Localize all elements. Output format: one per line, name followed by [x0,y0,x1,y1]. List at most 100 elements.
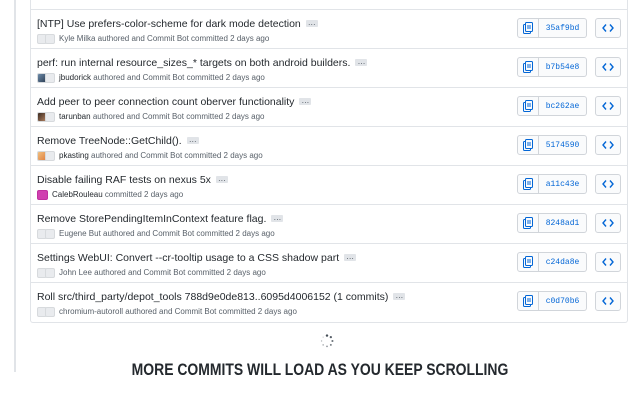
committer-avatar[interactable] [45,72,55,83]
sha-button-group: a11c43e [517,174,587,194]
browse-repository-button[interactable] [595,252,621,272]
commit-meta-text: John Lee authored and Commit Bot committ… [59,268,266,277]
browse-repository-button[interactable] [595,213,621,233]
sha-button-group: 35af9bd [517,18,587,38]
spinner-icon [320,334,334,348]
browse-repository-button[interactable] [595,135,621,155]
avatar-stack [37,33,55,44]
commit-meta-text: chromium-autoroll authored and Commit Bo… [59,307,297,316]
author-link[interactable]: CalebRouleau [52,190,103,199]
sha-button-group: c0d70b6 [517,291,587,311]
copy-sha-button[interactable] [517,291,539,311]
code-icon [602,218,614,228]
commit-meta-text: authored and Commit Bot committed 2 days… [88,151,263,160]
commit-meta: John Lee authored and Commit Bot committ… [37,266,266,279]
browse-repository-button[interactable] [595,18,621,38]
copy-sha-button[interactable] [517,252,539,272]
commit-sha-link[interactable]: c0d70b6 [539,291,587,311]
commit-title-link[interactable]: Remove TreeNode::GetChild(). [37,135,182,147]
commit-sha-link[interactable]: 35af9bd [539,18,587,38]
commit-title-link[interactable]: Disable failing RAF tests on nexus 5x [37,174,211,186]
sha-button-group: 8248ad1 [517,213,587,233]
browse-repository-button[interactable] [595,291,621,311]
ellipsis-icon[interactable]: … [299,97,312,106]
browse-repository-button[interactable] [595,57,621,77]
commit-title-link[interactable]: Roll src/third_party/depot_tools 788d9e0… [37,291,388,303]
code-icon [602,179,614,189]
sha-button-group: c24da8e [517,252,587,272]
avatar-stack [37,228,55,239]
copy-sha-button[interactable] [517,18,539,38]
commit-row: Disable failing RAF tests on nexus 5x … C… [31,166,627,205]
ellipsis-icon[interactable]: … [344,253,357,262]
author-avatar[interactable] [37,189,48,200]
clipboard-icon [523,178,533,190]
copy-sha-button[interactable] [517,174,539,194]
browse-repository-button[interactable] [595,96,621,116]
commit-sha-link[interactable]: bc262ae [539,96,587,116]
avatar-stack [37,189,48,200]
commit-meta-text: authored and Commit Bot committed 2 days… [90,112,265,121]
code-icon [602,23,614,33]
commit-title-link[interactable]: Remove StorePendingItemInContext feature… [37,213,266,225]
ellipsis-icon[interactable]: … [305,19,318,28]
committer-avatar[interactable] [45,33,55,44]
commit-row: perf: run internal resource_sizes_* targ… [31,49,627,88]
commit-row: Settings WebUI: Convert --cr-tooltip usa… [31,244,627,283]
commit-meta-text: Eugene But authored and Commit Bot commi… [59,229,275,238]
code-icon [602,101,614,111]
load-more-message: MORE COMMITS WILL LOAD AS YOU KEEP SCROL… [131,360,509,379]
copy-sha-button[interactable] [517,135,539,155]
copy-sha-button[interactable] [517,213,539,233]
avatar-stack [37,267,55,278]
sha-button-group: 5174590 [517,135,587,155]
sha-button-group: b7b54e8 [517,57,587,77]
avatar-stack [37,72,55,83]
commit-sha-link[interactable]: b7b54e8 [539,57,587,77]
committer-avatar[interactable] [45,111,55,122]
copy-sha-button[interactable] [517,96,539,116]
commit-meta-text: Kyle Milka authored and Commit Bot commi… [59,34,270,43]
commit-meta-text: committed 2 days ago [102,190,184,199]
clipboard-icon [523,256,533,268]
committer-avatar[interactable] [45,150,55,161]
clipboard-icon [523,61,533,73]
commit-meta: chromium-autoroll authored and Commit Bo… [37,305,297,318]
timeline-line [14,0,16,372]
commit-title-link[interactable]: perf: run internal resource_sizes_* targ… [37,57,350,69]
copy-sha-button[interactable] [517,57,539,77]
committer-avatar[interactable] [45,228,55,239]
ellipsis-icon[interactable]: … [393,292,406,301]
commit-meta: Kyle Milka authored and Commit Bot commi… [37,32,269,45]
avatar-stack [37,306,55,317]
commit-title-link[interactable]: Settings WebUI: Convert --cr-tooltip usa… [37,252,339,264]
commit-sha-link[interactable]: c24da8e [539,252,587,272]
author-link[interactable]: tarunban [59,112,91,121]
avatar-stack [37,150,55,161]
code-icon [602,140,614,150]
committer-avatar[interactable] [45,306,55,317]
committer-avatar[interactable] [45,267,55,278]
commit-sha-link[interactable]: 8248ad1 [539,213,587,233]
ellipsis-icon[interactable]: … [215,175,228,184]
commit-sha-link[interactable]: 5174590 [539,135,587,155]
commit-meta: Eugene But authored and Commit Bot commi… [37,227,275,240]
clipboard-icon [523,139,533,151]
ellipsis-icon[interactable]: … [271,214,284,223]
author-link[interactable]: pkasting [59,151,89,160]
commit-row: [NTP] Use prefers-color-scheme for dark … [31,10,627,49]
commit-list: [NTP] Use prefers-color-scheme for dark … [30,0,628,323]
clipboard-icon [523,22,533,34]
avatar-stack [37,111,55,122]
ellipsis-icon[interactable]: … [186,136,199,145]
browse-repository-button[interactable] [595,174,621,194]
commit-sha-link[interactable]: a11c43e [539,174,587,194]
commit-meta: jbudorick authored and Commit Bot commit… [37,71,265,84]
commit-title-link[interactable]: Add peer to peer connection count oberve… [37,96,294,108]
commit-row: Remove StorePendingItemInContext feature… [31,205,627,244]
commit-title-link[interactable]: [NTP] Use prefers-color-scheme for dark … [37,18,301,30]
author-link[interactable]: jbudorick [59,73,91,82]
code-icon [602,62,614,72]
ellipsis-icon[interactable]: … [355,58,368,67]
code-icon [602,296,614,306]
